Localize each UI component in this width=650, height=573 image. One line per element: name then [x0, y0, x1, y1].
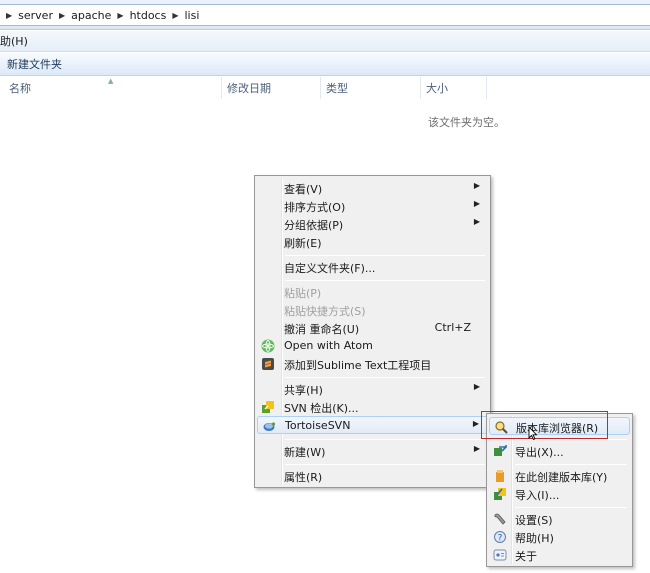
menu-item-new[interactable]: 新建(W) ▶ — [257, 442, 488, 460]
submenu-arrow-icon: ▶ — [473, 199, 480, 208]
submenu-arrow-icon: ▶ — [473, 217, 480, 226]
shortcut-label: Ctrl+Z — [434, 321, 471, 334]
new-folder-button[interactable]: 新建文件夹 — [7, 56, 62, 72]
menu-item-view[interactable]: 查看(V) ▶ — [257, 179, 488, 197]
submenu-arrow-icon: ▶ — [472, 419, 479, 428]
menu-item-paste-shortcut: 粘贴快捷方式(S) — [284, 305, 366, 318]
column-type[interactable]: 类型 — [321, 77, 421, 99]
breadcrumb-item-htdocs[interactable]: ▶ htdocs — [117, 9, 166, 22]
submenu-arrow-icon: ▶ — [473, 181, 480, 190]
submenu-item-import[interactable]: 导入(I)... — [489, 485, 630, 503]
menu-item-tortoisesvn[interactable]: TortoiseSVN ▶ — [257, 416, 488, 434]
column-header: ▲ 名称 修改日期 类型 大小 — [0, 77, 650, 99]
column-name[interactable]: 名称 — [4, 77, 222, 99]
menu-separator — [515, 464, 627, 465]
empty-folder-message: 该文件夹为空。 — [428, 116, 505, 129]
menu-item-svn-checkout[interactable]: SVN 检出(K)... — [257, 398, 488, 416]
context-menu: 查看(V) ▶ 排序方式(O) ▶ 分组依据(P) ▶ 刷新(E) 自定义文件夹… — [254, 175, 491, 488]
tortoise-icon — [261, 418, 277, 434]
breadcrumb-item-server[interactable]: ▶ server — [6, 9, 53, 22]
atom-icon — [260, 338, 276, 354]
column-size[interactable]: 大小 — [421, 77, 487, 99]
menu-separator — [515, 507, 627, 508]
svg-text:?: ? — [498, 534, 503, 544]
menu-item-refresh[interactable]: 刷新(E) — [257, 233, 488, 251]
chevron-right-icon[interactable]: ▶ — [6, 11, 12, 20]
submenu-arrow-icon: ▶ — [473, 382, 480, 391]
menu-item-paste: 粘贴(P) — [284, 287, 322, 300]
create-repo-icon — [492, 468, 508, 484]
menu-bar: 助(H) — [0, 31, 650, 52]
menu-item-share[interactable]: 共享(H) ▶ — [257, 380, 488, 398]
column-modified-date[interactable]: 修改日期 — [222, 77, 321, 99]
breadcrumb-item-apache[interactable]: ▶ apache — [59, 9, 111, 22]
menu-item-open-with-atom[interactable]: Open with Atom — [257, 337, 488, 355]
menu-item-group-by[interactable]: 分组依据(P) ▶ — [257, 215, 488, 233]
submenu-item-about[interactable]: 关于 — [489, 546, 630, 564]
help-icon: ? — [492, 529, 508, 545]
menu-item-properties[interactable]: 属性(R) — [257, 467, 488, 485]
menu-separator — [285, 280, 485, 281]
menu-item-customize-folder[interactable]: 自定义文件夹(F)... — [257, 258, 488, 276]
breadcrumb-item-lisi[interactable]: ▶ lisi — [172, 9, 199, 22]
svn-checkout-icon — [260, 399, 276, 415]
submenu-item-settings[interactable]: 设置(S) — [489, 510, 630, 528]
address-bar: ▶ server ▶ apache ▶ htdocs ▶ lisi — [0, 0, 650, 30]
menu-separator — [285, 377, 485, 378]
submenu-item-help[interactable]: ? 帮助(H) — [489, 528, 630, 546]
menu-separator — [285, 439, 485, 440]
sublime-icon — [260, 356, 276, 372]
mouse-cursor-icon — [528, 425, 538, 441]
menu-item-undo-rename[interactable]: 撤消 重命名(U) Ctrl+Z — [257, 319, 488, 337]
import-icon — [492, 486, 508, 502]
settings-icon — [492, 511, 508, 527]
menu-separator — [285, 464, 485, 465]
chevron-right-icon[interactable]: ▶ — [117, 11, 123, 20]
submenu-item-export[interactable]: 导出(X)... — [489, 442, 630, 460]
menu-item-sort-by[interactable]: 排序方式(O) ▶ — [257, 197, 488, 215]
menu-help[interactable]: 助(H) — [0, 33, 28, 49]
export-icon — [492, 443, 508, 459]
submenu-arrow-icon: ▶ — [473, 444, 480, 453]
breadcrumb[interactable]: ▶ server ▶ apache ▶ htdocs ▶ lisi — [0, 4, 650, 26]
menu-separator — [285, 255, 485, 256]
menu-item-add-sublime-project[interactable]: 添加到Sublime Text工程项目 — [257, 355, 488, 373]
submenu-item-create-repo[interactable]: 在此创建版本库(Y) — [489, 467, 630, 485]
about-icon — [492, 547, 508, 563]
command-bar: 新建文件夹 — [0, 53, 650, 76]
chevron-right-icon[interactable]: ▶ — [59, 11, 65, 20]
highlight-box — [481, 411, 608, 439]
chevron-right-icon[interactable]: ▶ — [172, 11, 178, 20]
